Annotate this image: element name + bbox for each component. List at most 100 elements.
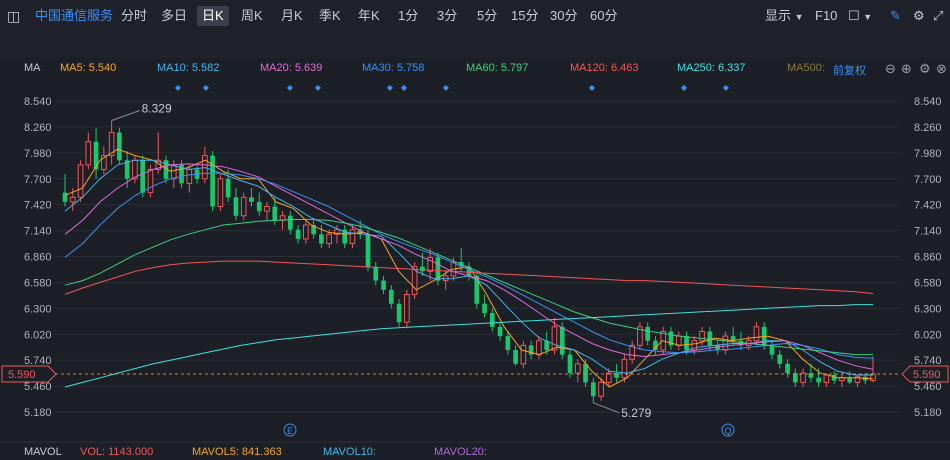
candle-body-79 bbox=[675, 335, 682, 346]
candle-body-68 bbox=[590, 382, 596, 397]
plus-circle-icon[interactable]: ⊕ bbox=[901, 61, 912, 77]
event-dot-6: ◆ bbox=[443, 83, 450, 92]
ma60-value: MA60: 5.797 bbox=[466, 62, 529, 74]
event-dot-2: ◆ bbox=[287, 83, 294, 92]
close-icon[interactable]: ⊗ bbox=[936, 61, 947, 77]
y-tick-right-10: 5.740 bbox=[914, 355, 942, 367]
candle-body-59 bbox=[520, 344, 527, 365]
candle-body-72 bbox=[621, 358, 628, 379]
ma-label[interactable]: MA bbox=[24, 62, 41, 74]
candlestick-chart[interactable]: ◆ ◆ ◆ ◆ ◆ ◆ ◆ ◆ ◆ ◆ 8.540 8.540 8.260 8.260 7.980 7.980… bbox=[0, 80, 950, 444]
period-tab-9[interactable]: 3分 bbox=[432, 6, 462, 26]
vol-label[interactable]: MAVOL bbox=[24, 446, 62, 458]
candle-body-33 bbox=[319, 234, 324, 244]
vol-value: VOL: 1143.000 bbox=[80, 446, 154, 458]
y-tick-right-4: 7.420 bbox=[914, 200, 942, 212]
period-tab-8[interactable]: 1分 bbox=[393, 6, 423, 26]
candle-body-83 bbox=[707, 331, 713, 346]
candle-body-24 bbox=[249, 197, 254, 202]
event-marker-0: E bbox=[287, 426, 293, 436]
y-tick-left-12: 5.180 bbox=[24, 407, 52, 419]
high-annotation: 8.329 bbox=[142, 102, 172, 116]
candle-body-85 bbox=[722, 335, 729, 351]
mavol10-value: MAVOL10: bbox=[323, 446, 376, 458]
y-tick-right-1: 8.260 bbox=[914, 122, 942, 134]
y-tick-left-11: 5.460 bbox=[24, 381, 52, 393]
y-tick-left-9: 6.020 bbox=[24, 329, 52, 341]
drawing-toolbar: ✥ ↗ ∀ ≈ ▦ ⟷ ← Aa □ ✎ ∩ ◉ ▣ ◐ bbox=[0, 32, 950, 84]
candle-body-41 bbox=[381, 280, 386, 290]
y-tick-left-2: 7.980 bbox=[24, 148, 52, 160]
candle-body-92 bbox=[777, 354, 783, 364]
candle-body-67 bbox=[583, 363, 588, 383]
event-dot-7: ◆ bbox=[589, 83, 596, 92]
candle-body-65 bbox=[567, 354, 573, 374]
y-tick-left-8: 6.300 bbox=[24, 303, 52, 315]
layout-select[interactable]: ☐ ▼ bbox=[843, 6, 877, 26]
f10-button[interactable]: F10 bbox=[810, 6, 842, 26]
fullscreen-icon[interactable]: ⤢ bbox=[928, 6, 948, 26]
event-dot-1: ◆ bbox=[203, 83, 210, 92]
y-tick-right-8: 6.300 bbox=[914, 303, 942, 315]
period-tab-3[interactable]: 日K bbox=[197, 6, 229, 26]
chevron-down-icon: ▼ bbox=[863, 12, 873, 22]
candle-body-31 bbox=[303, 224, 309, 240]
y-tick-right-5: 7.140 bbox=[914, 226, 942, 238]
y-tick-right-2: 7.980 bbox=[914, 148, 942, 160]
ma30-value: MA30: 5.758 bbox=[362, 62, 425, 74]
period-tab-6[interactable]: 季K bbox=[314, 6, 346, 26]
candle-body-99 bbox=[831, 374, 837, 381]
minus-circle-icon[interactable]: ⊖ bbox=[885, 61, 896, 77]
candle-body-75 bbox=[645, 326, 651, 341]
mavol5-value: MAVOL5: 841.363 bbox=[192, 446, 282, 458]
period-tab-5[interactable]: 月K bbox=[276, 6, 308, 26]
draw-pen-icon[interactable]: ✎ bbox=[885, 6, 906, 26]
ma20-value: MA20: 5.639 bbox=[260, 62, 323, 74]
candle-body-23 bbox=[240, 196, 247, 217]
period-tab-13[interactable]: 60分 bbox=[585, 6, 622, 26]
candle-body-93 bbox=[785, 363, 790, 374]
event-marker-1: Q bbox=[724, 426, 731, 436]
settings-icon[interactable]: ⚙ bbox=[919, 61, 931, 77]
sidebar-toggle-icon[interactable]: ◫ bbox=[2, 6, 25, 26]
period-tab-2[interactable]: 多日 bbox=[156, 6, 192, 26]
candle-body-61 bbox=[536, 340, 542, 356]
ma120-value: MA120: 6.463 bbox=[570, 62, 639, 74]
candle-body-101 bbox=[847, 377, 853, 383]
candle-body-58 bbox=[513, 349, 518, 364]
candle-body-42 bbox=[388, 289, 394, 304]
candle-body-25 bbox=[256, 201, 262, 212]
candle-body-82 bbox=[699, 330, 705, 342]
candle-body-76 bbox=[653, 340, 658, 350]
candle-body-20 bbox=[217, 178, 224, 208]
candle-body-22 bbox=[233, 197, 239, 216]
y-tick-right-6: 6.860 bbox=[914, 252, 942, 264]
candle-body-91 bbox=[769, 345, 775, 355]
period-toolbar: ◫ 中国通信服务 分时 多日 日K 周K 月K 季K 年K 1分 3分 5分 1… bbox=[0, 0, 950, 33]
y-tick-right-7: 6.580 bbox=[914, 277, 942, 289]
chevron-down-icon: ▼ bbox=[794, 12, 804, 22]
period-tab-10[interactable]: 5分 bbox=[472, 6, 502, 26]
candle-body-1 bbox=[69, 196, 76, 203]
period-tab-11[interactable]: 15分 bbox=[506, 6, 543, 26]
period-tab-1[interactable]: 分时 bbox=[116, 6, 152, 26]
settings-icon[interactable]: ⚙ bbox=[908, 6, 930, 26]
period-tab-7[interactable]: 年K bbox=[353, 6, 385, 26]
symbol-name[interactable]: 中国通信服务 bbox=[30, 6, 118, 26]
candle-body-30 bbox=[295, 229, 301, 239]
candle-body-54 bbox=[482, 303, 487, 313]
y-tick-right-0: 8.540 bbox=[914, 96, 942, 108]
candle-body-16 bbox=[186, 168, 193, 184]
adjust-mode[interactable]: 前复权 bbox=[833, 62, 866, 78]
display-menu[interactable]: 显示 ▼ bbox=[760, 6, 809, 26]
candle-body-39 bbox=[365, 234, 371, 267]
candle-body-21 bbox=[225, 178, 231, 198]
period-tab-12[interactable]: 30分 bbox=[545, 6, 582, 26]
candle-body-98 bbox=[823, 374, 830, 383]
candle-body-63 bbox=[551, 326, 558, 351]
candle-body-27 bbox=[272, 206, 278, 221]
event-dot-5: ◆ bbox=[401, 83, 408, 92]
y-tick-left-6: 6.860 bbox=[24, 252, 52, 264]
candle-body-66 bbox=[574, 363, 581, 374]
period-tab-4[interactable]: 周K bbox=[236, 6, 268, 26]
